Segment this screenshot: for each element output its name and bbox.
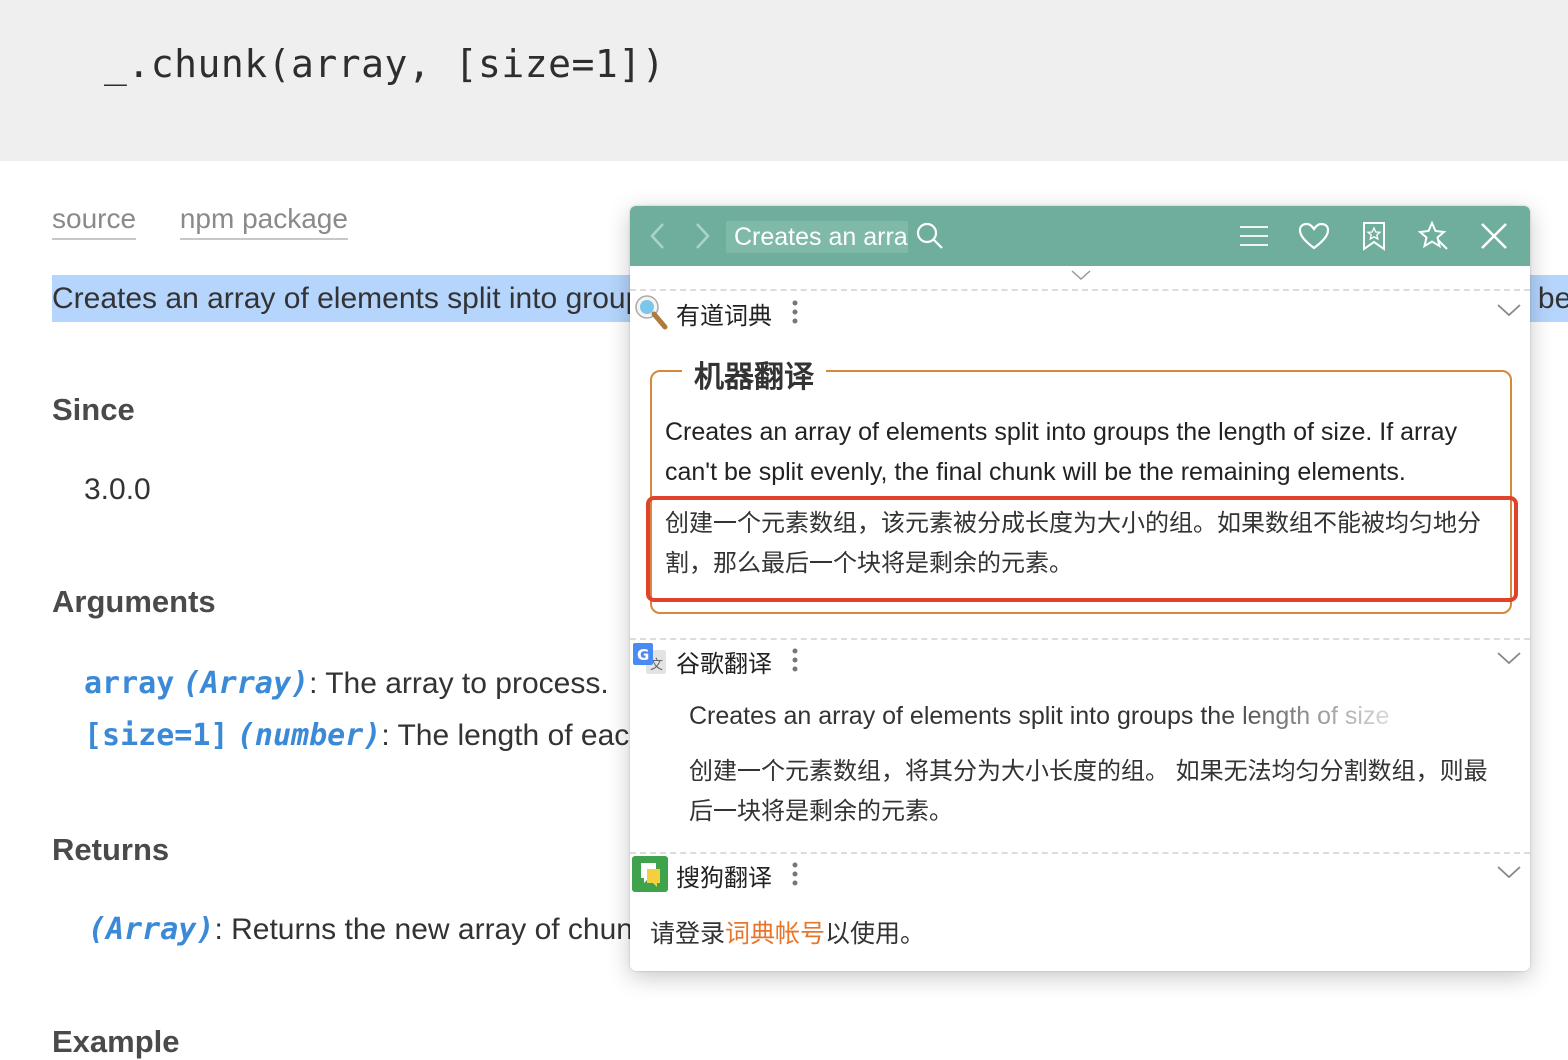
argument-type: (Array) (182, 666, 310, 701)
google-source-text: Creates an array of elements split into … (689, 702, 1390, 730)
more-options-icon[interactable] (790, 298, 800, 326)
sogou-section-header: 搜狗翻译 (630, 854, 1530, 894)
collapse-chevron-icon[interactable] (1070, 268, 1092, 287)
bookmark-icon[interactable] (1356, 218, 1392, 254)
chevron-down-icon[interactable] (1496, 302, 1522, 323)
close-icon[interactable] (1476, 218, 1512, 254)
youdao-section-header: 有道词典 (630, 292, 1530, 332)
signature-bar: _.chunk(array, [size=1]) (0, 0, 1568, 161)
google-title: 谷歌翻译 (676, 651, 772, 678)
since-value: 3.0.0 (84, 473, 151, 506)
returns-line: (Array): Returns the new array of chunks… (88, 912, 671, 947)
heart-icon[interactable] (1296, 218, 1332, 254)
npm-package-link[interactable]: npm package (179, 203, 348, 240)
section-divider (630, 289, 1530, 291)
returns-desc: : Returns the new array of chunks. (214, 913, 672, 946)
returns-heading: Returns (52, 832, 170, 867)
argument-type: (number) (236, 718, 382, 753)
source-link[interactable]: source (52, 203, 137, 240)
google-section-header: 文G 谷歌翻译 (630, 640, 1530, 680)
back-icon[interactable] (640, 218, 676, 254)
login-suffix: 以使用。 (825, 920, 926, 948)
google-translation: 创建一个元素数组，将其分为大小长度的组。 如果无法均匀分割数组，则最后一块将是剩… (689, 758, 1488, 825)
doc-links: source npm package (52, 203, 384, 240)
more-options-icon[interactable] (790, 860, 800, 888)
forward-icon[interactable] (684, 218, 720, 254)
youdao-title: 有道词典 (676, 303, 772, 330)
argument-name: array (84, 666, 175, 701)
example-heading: Example (52, 1024, 180, 1059)
since-heading: Since (52, 392, 135, 427)
machine-translation-label: 机器翻译 (682, 352, 826, 396)
more-options-icon[interactable] (790, 646, 800, 674)
youdao-dictionary-icon (632, 294, 668, 330)
dictionary-account-link[interactable]: 词典帐号 (725, 920, 825, 948)
sogou-login-message: 请登录词典帐号以使用。 (650, 914, 925, 950)
function-signature: _.chunk(array, [size=1]) (104, 42, 666, 86)
svg-text:G: G (637, 646, 649, 664)
highlight-box (646, 496, 1518, 602)
sogou-title: 搜狗翻译 (676, 865, 772, 892)
translation-popup: Creates an array of elements split into … (630, 206, 1530, 971)
arguments-heading: Arguments (52, 584, 216, 619)
argument-name: [size=1] (84, 718, 229, 753)
pin-icon[interactable] (1416, 218, 1452, 254)
google-translate-icon: 文G (632, 642, 668, 678)
argument-item: array (Array): The array to process. (84, 666, 609, 701)
menu-icon[interactable] (1236, 218, 1272, 254)
search-icon[interactable] (912, 218, 948, 254)
popup-titlebar: Creates an array of elements split into … (630, 206, 1530, 266)
youdao-source-text: Creates an array of elements split into … (665, 418, 1458, 486)
query-input[interactable]: Creates an array of elements split into … (726, 221, 908, 253)
chevron-down-icon[interactable] (1496, 650, 1522, 671)
returns-type: (Array) (88, 912, 215, 947)
argument-desc: : The array to process. (309, 667, 609, 700)
login-prefix: 请登录 (650, 920, 726, 948)
chevron-down-icon[interactable] (1496, 864, 1522, 885)
sogou-translate-icon (632, 856, 668, 892)
